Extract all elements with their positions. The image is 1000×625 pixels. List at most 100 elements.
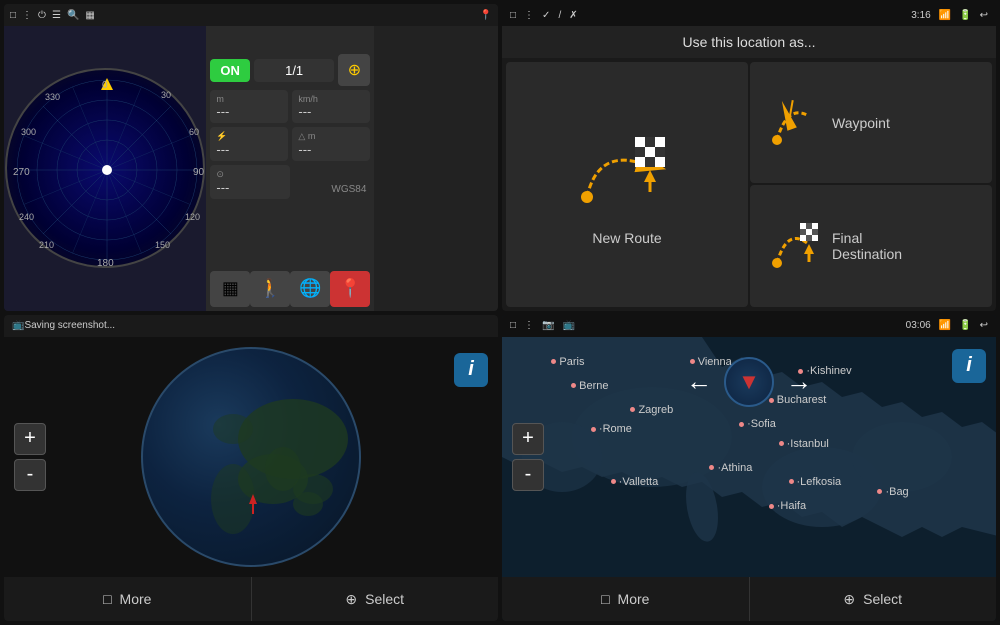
speed-unit: km/h [298, 94, 364, 104]
bottom-icons: ▦ 🚶 🌐 📍 [210, 271, 370, 307]
waypoint-option[interactable]: Waypoint [750, 62, 992, 183]
map-arrow-right[interactable]: → [786, 366, 812, 397]
p2-status-check: ✓ [542, 10, 550, 21]
delta-alt-value: --- [298, 142, 364, 157]
city-berne: Berne [571, 380, 608, 392]
info-button[interactable]: i [454, 353, 488, 387]
compass-svg: 0 30 60 90 120 150 180 210 240 270 300 3… [7, 70, 207, 270]
p4-home-icon: □ [510, 320, 516, 331]
athina-dot [709, 465, 714, 470]
new-route-option[interactable]: New Route [506, 62, 748, 307]
p4-select-button[interactable]: ⊕ Select [750, 577, 997, 621]
paris-dot [551, 359, 556, 364]
waypoint-label: Waypoint [832, 115, 890, 131]
altitude-value: --- [216, 104, 282, 119]
final-destination-option[interactable]: Final Destination [750, 185, 992, 306]
p4-bat-icon: 🔋 [959, 320, 971, 331]
status-icon-list: ☰ [52, 10, 61, 21]
p2-status-slash: / [558, 10, 561, 21]
p4-time: 03:06 [906, 320, 931, 331]
city-lefkosia: ·Lefkosia [789, 476, 842, 488]
final-label-line1: Final [832, 230, 902, 246]
speed-value: --- [298, 104, 364, 119]
compass-area: 0 30 60 90 120 150 180 210 240 270 300 3… [4, 26, 206, 311]
status-icon-grid: ▦ [85, 10, 94, 21]
city-zagreb: Zagreb [630, 404, 673, 416]
city-istanbul: ·Istanbul [779, 438, 829, 450]
map-compass: ▼ [724, 357, 774, 407]
location-menu-title: Use this location as... [502, 26, 996, 58]
p4-toolbar: □ More ⊕ Select [502, 577, 996, 621]
gps-on-button[interactable]: ON [210, 59, 250, 82]
select-icon: ⊕ [345, 591, 357, 608]
more-label: More [120, 591, 152, 607]
europe-map-main: Paris Berne Zagreb Vienna ·Kishinev Buch… [502, 337, 996, 578]
p4-signal-icon: 📶 [939, 320, 951, 331]
haifa-dot [769, 504, 774, 509]
globe-main-area: ← ▼ → i [4, 337, 498, 578]
svg-text:150: 150 [155, 240, 170, 250]
berne-dot [571, 383, 576, 388]
spectrum-icon-btn[interactable]: ▦ [210, 271, 250, 307]
status-icon-location: 📍 [480, 10, 492, 21]
extra-cell: ⊙ --- [210, 165, 290, 199]
svg-text:90: 90 [193, 167, 205, 178]
svg-text:60: 60 [189, 127, 199, 137]
globe-icon-btn[interactable]: 🌐 [290, 271, 330, 307]
p4-info-button[interactable]: i [952, 349, 986, 383]
p4-select-icon: ⊕ [843, 591, 855, 608]
status-icon-search: 🔍 [67, 10, 79, 21]
waypoint-icon [762, 95, 822, 150]
p4-more-button[interactable]: □ More [502, 577, 750, 621]
city-valletta: ·Valletta [611, 476, 659, 488]
p4-zoom-controls: + - [512, 423, 544, 491]
bearing-value: --- [216, 142, 282, 157]
p3-saving-text: Saving screenshot... [24, 320, 115, 331]
new-route-label: New Route [592, 230, 661, 246]
gps-compass-panel: □ ⋮ ⏻ ☰ 🔍 ▦ 📍 [4, 4, 498, 311]
zoom-out-button[interactable]: - [14, 459, 46, 491]
valletta-dot [611, 479, 616, 484]
p4-zoom-in[interactable]: + [512, 423, 544, 455]
status-bar-1: □ ⋮ ⏻ ☰ 🔍 ▦ 📍 [4, 4, 498, 26]
p2-status-menu: ⋮ [524, 10, 534, 21]
map-arrow-left[interactable]: ← [686, 366, 712, 397]
more-icon: □ [103, 591, 111, 607]
pedestrian-icon-btn[interactable]: 🚶 [250, 271, 290, 307]
p2-status-x: ✗ [569, 10, 577, 21]
p4-menu-icon: ⋮ [524, 320, 534, 331]
zoom-in-button[interactable]: + [14, 423, 46, 455]
status-bar-4: □ ⋮ 📷 📺 03:06 📶 🔋 ↩ [502, 315, 996, 337]
compass-needle: ▼ [738, 369, 760, 395]
p3-screen-icon: 📺 [12, 320, 24, 331]
speed-cell: km/h --- [292, 90, 370, 123]
p4-select-label: Select [863, 591, 902, 607]
city-sofia: ·Sofia [739, 418, 776, 430]
final-dest-icon [762, 218, 822, 273]
status-icon-menu: ⋮ [22, 10, 32, 21]
europe-map-panel: □ ⋮ 📷 📺 03:06 📶 🔋 ↩ [502, 315, 996, 622]
globe [141, 347, 361, 567]
gps-counter: 1/1 [254, 59, 335, 82]
p4-zoom-out[interactable]: - [512, 459, 544, 491]
right-options-col: Waypoint [750, 62, 992, 307]
extra-value: --- [216, 180, 284, 195]
compass-circle: 0 30 60 90 120 150 180 210 240 270 300 3… [5, 68, 205, 268]
p2-status-signal: 📶 [939, 10, 951, 21]
zoom-controls: + - [14, 423, 46, 491]
delta-alt-cell: △ m --- [292, 127, 370, 161]
pin-icon-btn[interactable]: 📍 [330, 271, 370, 307]
svg-text:120: 120 [185, 212, 200, 222]
gps-compass-icon[interactable]: ⊕ [338, 54, 370, 86]
lefkosia-dot [789, 479, 794, 484]
svg-text:180: 180 [97, 258, 114, 269]
select-button[interactable]: ⊕ Select [252, 577, 499, 621]
city-bag: ·Bag [877, 486, 908, 498]
city-athina: ·Athina [709, 462, 752, 474]
svg-text:240: 240 [19, 212, 34, 222]
p3-toolbar: □ More ⊕ Select [4, 577, 498, 621]
more-button[interactable]: □ More [4, 577, 252, 621]
bearing-cell: ⚡ --- [210, 127, 288, 161]
p4-back-icon: ↩ [980, 320, 988, 331]
status-bar-3: 📺 Saving screenshot... [4, 315, 498, 337]
